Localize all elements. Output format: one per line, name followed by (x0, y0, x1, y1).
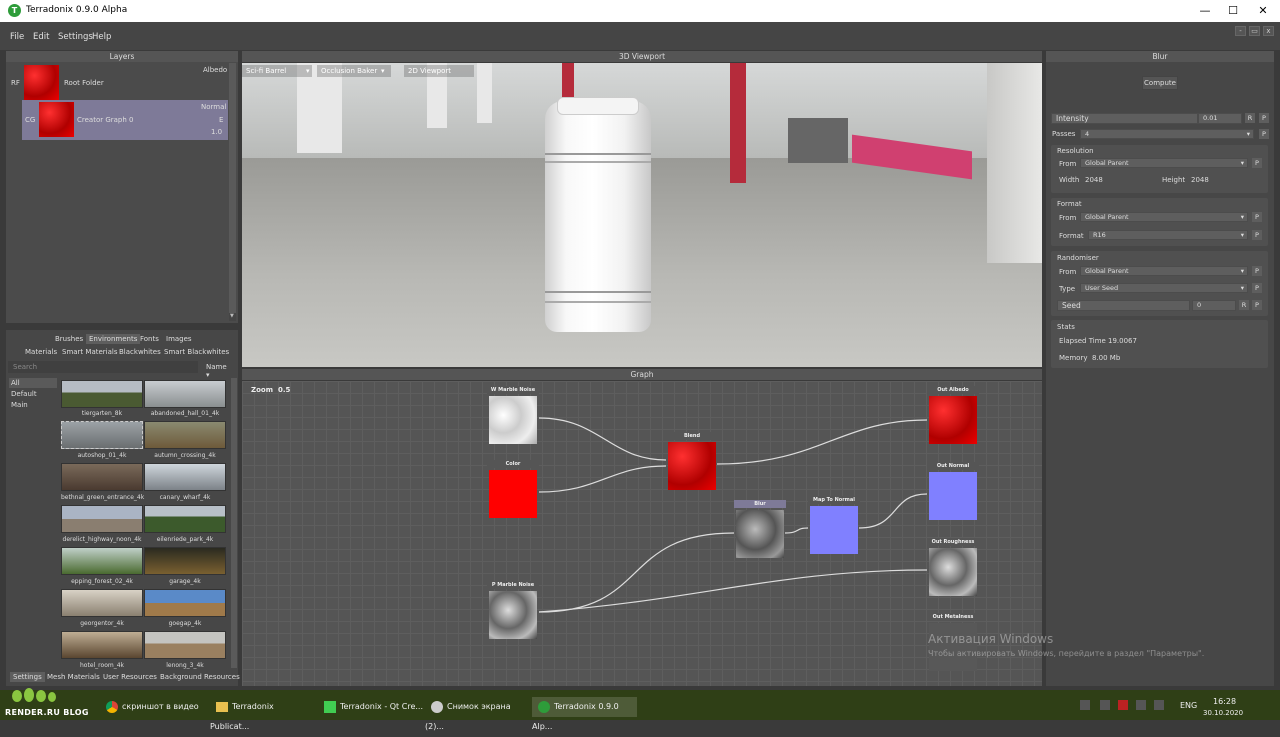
memory-label: Memory (1059, 354, 1088, 362)
format-label: Format (1059, 232, 1084, 240)
tray-icon[interactable] (1080, 700, 1090, 710)
taskbar-item-terradonix[interactable]: Terradonix 0.9.0 Alp... (532, 697, 637, 731)
node-title: Color (487, 460, 539, 468)
node-out-roughness[interactable]: Out Roughness (927, 538, 979, 598)
graph-wire (538, 417, 667, 461)
node-preview (929, 472, 977, 520)
type-label: Type (1059, 285, 1076, 293)
node-p-marble-noise[interactable]: P Marble Noise (487, 581, 539, 641)
graph-wire (858, 493, 928, 529)
intensity-label: Intensity (1051, 113, 1198, 124)
elapsed-time-label: Elapsed Time (1059, 337, 1106, 345)
height-value[interactable]: 2048 (1191, 176, 1209, 184)
node-title: P Marble Noise (487, 581, 539, 589)
clock-date[interactable]: 30.10.2020 (1203, 709, 1243, 717)
node-title: W Marble Noise (487, 386, 539, 394)
terradonix-icon (538, 700, 550, 713)
node-title: Blend (666, 432, 718, 440)
graph-wire (784, 527, 809, 534)
brand-text: RENDER.RU BLOG (5, 708, 89, 717)
node-preview (489, 470, 537, 518)
node-preview (668, 442, 716, 490)
node-out-normal[interactable]: Out Normal (927, 462, 979, 522)
wifi-icon[interactable] (1154, 700, 1164, 710)
node-preview (736, 510, 784, 558)
node-color[interactable]: Color (487, 460, 539, 520)
resolution-from-dropdown[interactable]: Global Parent ▾ (1080, 158, 1248, 168)
brand-logo-icon (8, 686, 58, 706)
properties-header: Blur (1046, 51, 1274, 62)
intensity-randomize-button[interactable]: R (1245, 113, 1255, 123)
node-w-marble-noise[interactable]: W Marble Noise (487, 386, 539, 446)
node-title: Map To Normal (808, 496, 860, 504)
activation-watermark-text: Чтобы активировать Windows, перейдите в … (928, 649, 1205, 658)
seed-label: Seed (1057, 300, 1190, 311)
type-parent-button[interactable]: P (1252, 283, 1262, 293)
passes-dropdown[interactable]: 4 ▾ (1080, 129, 1254, 139)
node-preview (810, 506, 858, 554)
node-blend[interactable]: Blend (666, 432, 718, 492)
taskbar-item-qt-creator[interactable]: Terradonix - Qt Cre... (318, 697, 423, 717)
seed-parent-button[interactable]: P (1252, 300, 1262, 310)
node-title: Out Metalness (927, 613, 979, 621)
format-parent-button[interactable]: P (1252, 212, 1262, 222)
tray-icon[interactable] (1118, 700, 1128, 710)
memory-value: 8.00 Mb (1092, 354, 1121, 362)
chrome-icon (106, 700, 118, 713)
elapsed-time-value: 19.0067 (1108, 337, 1137, 345)
width-label: Width (1059, 176, 1080, 184)
format-value-parent-button[interactable]: P (1252, 230, 1262, 240)
randomiser-title: Randomiser (1057, 254, 1099, 262)
graph-wire (538, 569, 928, 613)
node-preview (489, 396, 537, 444)
resolution-title: Resolution (1057, 147, 1094, 155)
intensity-parent-button[interactable]: P (1259, 113, 1269, 123)
clock-time[interactable]: 16:28 (1213, 697, 1236, 706)
node-preview (929, 396, 977, 444)
stats-title: Stats (1057, 323, 1075, 331)
node-title: Out Albedo (927, 386, 979, 394)
randomiser-from-label: From (1059, 268, 1077, 276)
graph-wire (538, 532, 735, 613)
language-indicator[interactable]: ENG (1180, 701, 1197, 710)
activation-watermark-title: Активация Windows (928, 632, 1054, 646)
width-value[interactable]: 2048 (1085, 176, 1103, 184)
taskbar-item-snip[interactable]: Снимок экрана (2)... (425, 697, 530, 731)
node-map-to-normal[interactable]: Map To Normal (808, 496, 860, 556)
passes-label: Passes (1052, 130, 1076, 138)
height-label: Height (1162, 176, 1186, 184)
format-from-label: From (1059, 214, 1077, 222)
seed-randomize-button[interactable]: R (1239, 300, 1249, 310)
taskbar-item-folder[interactable]: Terradonix Publicat... (210, 697, 315, 731)
node-preview (929, 623, 977, 671)
node-preview (489, 591, 537, 639)
node-preview (929, 548, 977, 596)
format-title: Format (1057, 200, 1082, 208)
seed-input[interactable]: 0 (1192, 300, 1236, 311)
qt-icon (324, 700, 336, 713)
folder-icon (216, 701, 228, 712)
tray-icon[interactable] (1100, 700, 1110, 710)
compute-button[interactable]: Compute (1142, 76, 1178, 90)
node-title: Out Roughness (927, 538, 979, 546)
node-out-albedo[interactable]: Out Albedo (927, 386, 979, 446)
passes-parent-button[interactable]: P (1259, 129, 1269, 139)
format-dropdown[interactable]: R16 ▾ (1088, 230, 1248, 240)
node-blur[interactable]: Blur (734, 500, 786, 560)
type-dropdown[interactable]: User Seed ▾ (1080, 283, 1248, 293)
graph-wire (716, 419, 928, 465)
intensity-input[interactable]: 0.01 (1198, 113, 1242, 124)
node-title: Out Normal (927, 462, 979, 470)
randomiser-parent-button[interactable]: P (1252, 266, 1262, 276)
format-from-dropdown[interactable]: Global Parent ▾ (1080, 212, 1248, 222)
resolution-parent-button[interactable]: P (1252, 158, 1262, 168)
snipping-tool-icon (431, 700, 443, 713)
tray-icon[interactable] (1136, 700, 1146, 710)
randomiser-from-dropdown[interactable]: Global Parent ▾ (1080, 266, 1248, 276)
resolution-from-label: From (1059, 160, 1077, 168)
node-title: Blur (734, 500, 786, 508)
graph-wire (538, 465, 667, 493)
taskbar-item-browser[interactable]: скриншот в видео (100, 697, 205, 717)
